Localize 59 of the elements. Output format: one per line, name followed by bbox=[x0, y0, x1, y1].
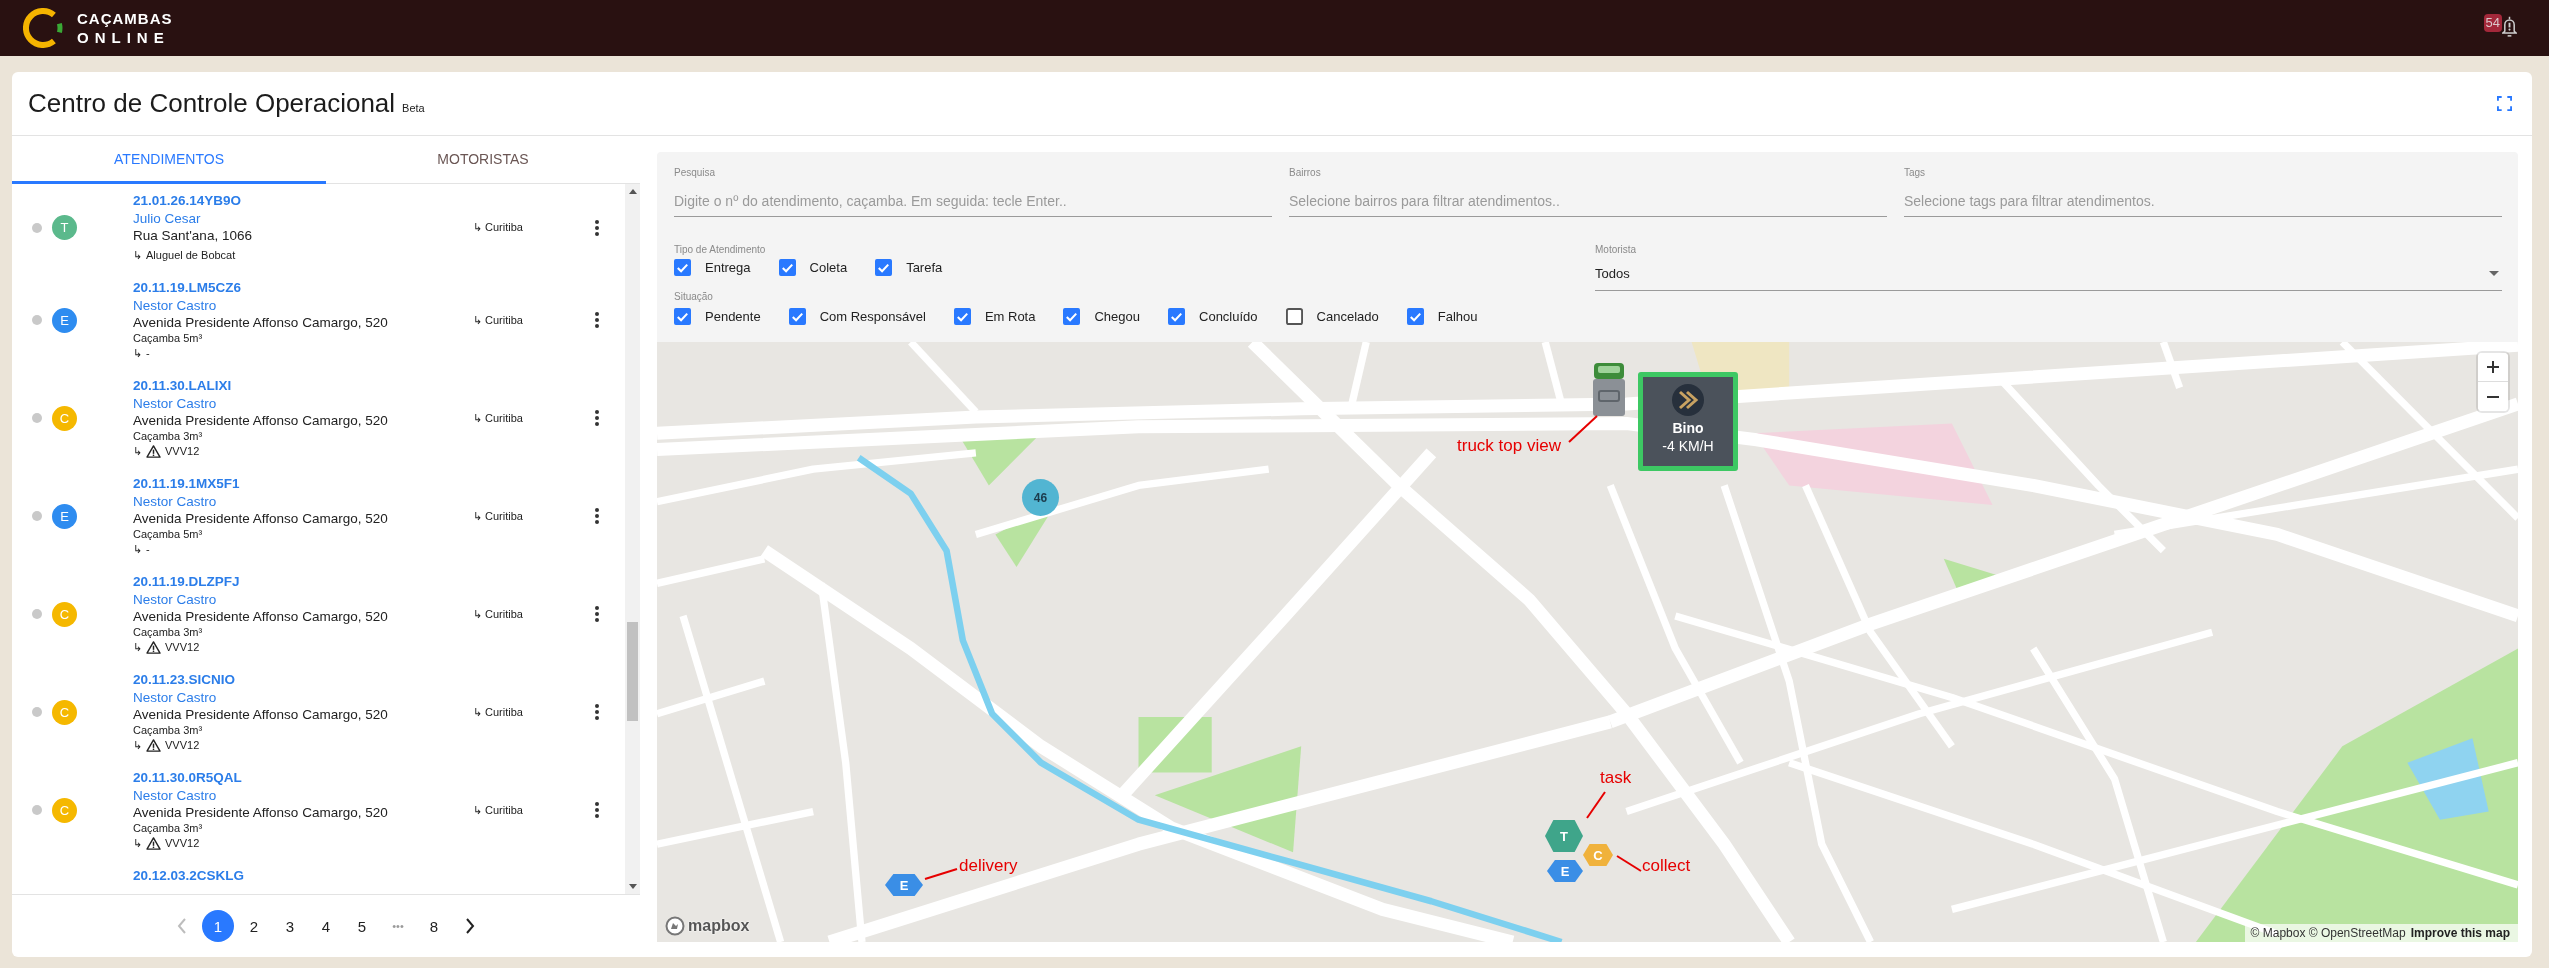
address-text: Avenida Presidente Affonso Camargo, 520 bbox=[133, 510, 388, 527]
field-label: Tipo de Atendimento bbox=[674, 244, 767, 256]
type-avatar: C bbox=[52, 405, 77, 431]
type-avatar: E bbox=[52, 503, 77, 529]
vehicle-name: Bino bbox=[1672, 420, 1704, 437]
detail-text: - bbox=[146, 346, 150, 361]
region-label: ↳ Curitiba bbox=[473, 313, 524, 327]
address-text: Avenida Presidente Affonso Camargo, 520 bbox=[133, 804, 388, 821]
address-text: Rua Sant'ana, 1066 bbox=[133, 227, 252, 244]
corner-arrow-icon: ↳ bbox=[133, 640, 142, 655]
field-label: Motorista bbox=[1595, 244, 1638, 256]
type-avatar: C bbox=[52, 601, 77, 627]
region-label: ↳ Curitiba bbox=[473, 803, 524, 817]
field-label: Bairros bbox=[1289, 167, 1322, 179]
detail-text: VVV12 bbox=[165, 738, 200, 753]
detail-text: VVV12 bbox=[165, 640, 200, 655]
beta-label: Beta bbox=[402, 101, 425, 114]
region-label: ↳ Curitiba bbox=[473, 221, 524, 234]
region-label: ↳ Curitiba bbox=[473, 509, 524, 523]
logo-text: CAÇAMBAS bbox=[77, 9, 173, 28]
corner-arrow-icon: ↳ bbox=[133, 444, 142, 459]
annotation-label: truck top view bbox=[1457, 436, 1561, 456]
container-size: Caçamba 5m³ bbox=[133, 527, 203, 542]
detail-text: VVV12 bbox=[165, 444, 200, 459]
annotation-label: collect bbox=[1642, 856, 1691, 876]
type-avatar: T bbox=[52, 215, 77, 240]
annotation-label: delivery bbox=[959, 856, 1018, 876]
annotation-label: task bbox=[1600, 768, 1632, 788]
address-text: Avenida Presidente Affonso Camargo, 520 bbox=[133, 706, 388, 723]
region-label: ↳ Curitiba bbox=[473, 411, 524, 425]
region-label: ↳ Curitiba bbox=[473, 607, 524, 621]
container-size: Caçamba 3m³ bbox=[133, 625, 203, 640]
address-text: Avenida Presidente Affonso Camargo, 520 bbox=[133, 412, 388, 429]
field-label: Tags bbox=[1904, 167, 1927, 179]
container-size: Caçamba 3m³ bbox=[133, 723, 203, 738]
corner-arrow-icon: ↳ bbox=[133, 542, 142, 557]
corner-arrow-icon: ↳ bbox=[133, 738, 142, 753]
field-label: Situação bbox=[674, 291, 714, 303]
container-size: Caçamba 3m³ bbox=[133, 429, 203, 444]
detail-text: Aluguel de Bobcat bbox=[146, 248, 236, 263]
logo-text: ONLINE bbox=[77, 28, 171, 47]
type-avatar: C bbox=[52, 699, 77, 725]
corner-arrow-icon: ↳ bbox=[133, 836, 142, 851]
address-text: Avenida Presidente Affonso Camargo, 520 bbox=[133, 608, 388, 625]
corner-arrow-icon: ↳ bbox=[133, 248, 142, 263]
detail-text: VVV12 bbox=[165, 836, 200, 851]
type-avatar: C bbox=[52, 797, 77, 823]
container-size: Caçamba 5m³ bbox=[133, 331, 203, 346]
region-label: ↳ Curitiba bbox=[473, 705, 524, 719]
page-title: Centro de Controle Operacional bbox=[28, 88, 396, 119]
address-text: Avenida Presidente Affonso Camargo, 520 bbox=[133, 314, 388, 331]
type-avatar: E bbox=[52, 307, 77, 333]
vehicle-speed: -4 KM/H bbox=[1662, 437, 1714, 455]
container-size: Caçamba 3m³ bbox=[133, 821, 203, 836]
detail-text: - bbox=[146, 542, 150, 557]
attribution-text: © Mapbox © OpenStreetMap bbox=[2250, 926, 2406, 940]
mapbox-wordmark: mapbox bbox=[688, 917, 750, 935]
field-label: Pesquisa bbox=[674, 167, 717, 179]
corner-arrow-icon: ↳ bbox=[133, 346, 142, 361]
